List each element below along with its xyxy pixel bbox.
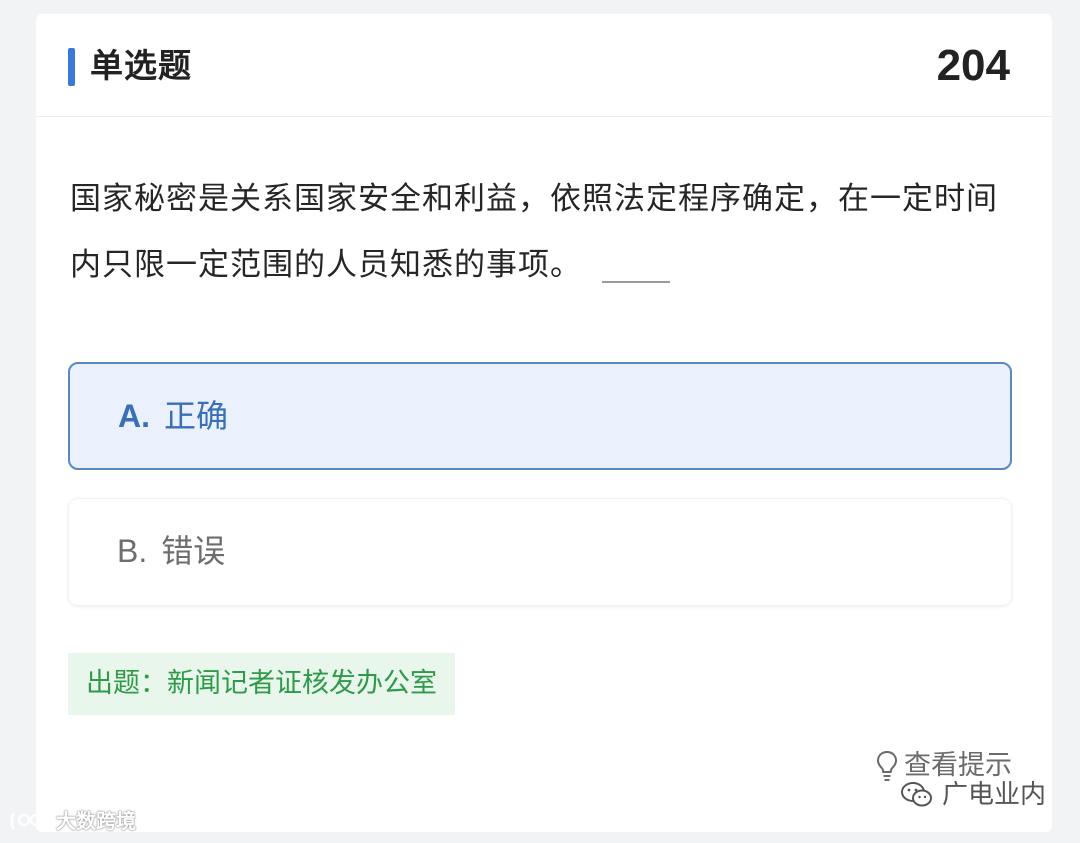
question-source-tag: 出题：新闻记者证核发办公室 [68,653,455,715]
question-text: 国家秘密是关系国家安全和利益，依照法定程序确定，在一定时间内只限一定范围的人员知… [70,181,998,283]
option-b-label: 错误 [161,532,226,570]
question-number: 204 [936,41,1010,90]
card-header: 单选题 204 [36,14,1052,117]
corner-watermark: 大数跨境 [8,807,136,835]
option-a-letter: A. [118,398,150,434]
header-accent-bar [68,48,75,86]
watermark-logo-icon [10,812,43,830]
wechat-watermark-text: 广电业内 [941,780,1046,810]
question-card: 单选题 204 国家秘密是关系国家安全和利益，依照法定程序确定，在一定时间内只限… [36,14,1052,832]
option-b-letter: B. [117,533,148,569]
option-b[interactable]: B. 错误 [68,498,1012,606]
question-type-title: 单选题 [90,46,192,85]
wechat-icon [900,782,932,807]
lightbulb-icon [876,750,898,781]
option-a[interactable]: A. 正确 [68,362,1012,470]
question-text-block: 国家秘密是关系国家安全和利益，依照法定程序确定，在一定时间内只限一定范围的人员知… [70,166,1018,298]
corner-watermark-text: 大数跨境 [56,809,136,833]
answer-blank [602,280,670,283]
wechat-watermark: 广电业内 [900,777,1046,813]
option-a-label: 正确 [164,397,229,435]
